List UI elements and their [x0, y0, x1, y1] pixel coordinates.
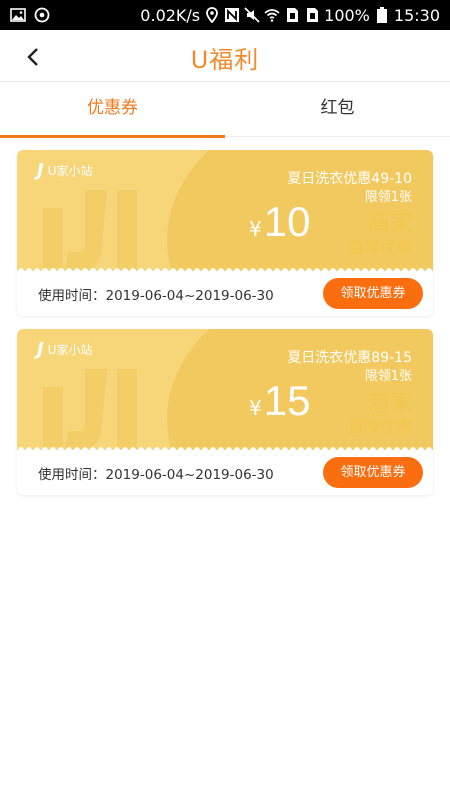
battery-level: 100% — [324, 5, 370, 25]
merchant-discount-label: 直降优惠 — [347, 417, 412, 436]
coupon-footer: 使用时间：2019-06-04~2019-06-30 领取优惠券 — [17, 271, 433, 316]
brand-name: U家小站 — [47, 164, 93, 178]
coupon-title: 夏日洗衣优惠89-15 — [287, 350, 412, 366]
sync-icon — [34, 7, 50, 23]
claim-coupon-button[interactable]: 领取优惠券 — [323, 457, 423, 488]
location-icon — [204, 7, 220, 23]
coupon-wave-edge — [17, 447, 433, 450]
coupon-face: J U家小站 夏日洗衣优惠49-10 限领1张 ¥ 10 商家 直降优惠 — [17, 150, 433, 271]
brand-name: U家小站 — [47, 343, 93, 357]
coupon-amount: ¥ 15 — [249, 377, 310, 425]
coupon-face: J U家小站 夏日洗衣优惠89-15 限领1张 ¥ 15 商家 直降优惠 — [17, 329, 433, 450]
nfc-icon — [224, 7, 240, 23]
wifi-icon — [264, 7, 280, 23]
app-header: U福利 — [0, 30, 450, 82]
coupon-limit: 限领1张 — [364, 190, 412, 205]
page-title: U福利 — [190, 46, 260, 74]
mute-icon — [244, 7, 260, 23]
network-speed: 0.02K/s — [140, 5, 201, 25]
currency-symbol: ¥ — [249, 217, 262, 241]
claim-coupon-button[interactable]: 领取优惠券 — [323, 278, 423, 309]
coupon-card: J U家小站 夏日洗衣优惠49-10 限领1张 ¥ 10 商家 直降优惠 使用时… — [17, 150, 433, 316]
merchant-label: 商家 — [367, 391, 412, 416]
brand-logo: J U家小站 — [37, 339, 93, 360]
brand-watermark-icon — [43, 190, 137, 270]
brand-watermark-icon — [43, 369, 137, 449]
tab-bar: 优惠券 红包 — [0, 82, 450, 138]
coupon-validity: 使用时间：2019-06-04~2019-06-30 — [38, 466, 274, 483]
amount-value: 15 — [263, 377, 311, 424]
coupon-card: J U家小站 夏日洗衣优惠89-15 限领1张 ¥ 15 商家 直降优惠 使用时… — [17, 329, 433, 495]
tab-coupons[interactable]: 优惠券 — [0, 82, 225, 138]
merchant-tag: 商家 直降优惠 — [348, 391, 412, 437]
clock: 15:30 — [393, 5, 440, 25]
coupon-list: J U家小站 夏日洗衣优惠49-10 限领1张 ¥ 10 商家 直降优惠 使用时… — [17, 150, 433, 508]
coupon-amount: ¥ 10 — [249, 198, 310, 246]
brand-logo: J U家小站 — [37, 160, 93, 181]
status-bar: 0.02K/s 100% 15:30 — [0, 0, 450, 30]
tab-red-envelopes[interactable]: 红包 — [225, 82, 450, 136]
coupon-title: 夏日洗衣优惠49-10 — [287, 171, 412, 187]
brand-logo-icon: J — [37, 339, 44, 360]
battery-icon — [374, 7, 390, 23]
sim2-icon — [304, 7, 320, 23]
merchant-label: 商家 — [367, 212, 412, 237]
sim1-icon — [284, 7, 300, 23]
amount-value: 10 — [263, 198, 311, 245]
merchant-discount-label: 直降优惠 — [347, 238, 412, 257]
currency-symbol: ¥ — [249, 396, 262, 420]
coupon-limit: 限领1张 — [364, 369, 412, 384]
brand-logo-icon: J — [37, 160, 44, 181]
image-icon — [10, 7, 26, 23]
merchant-tag: 商家 直降优惠 — [348, 212, 412, 258]
coupon-footer: 使用时间：2019-06-04~2019-06-30 领取优惠券 — [17, 450, 433, 495]
coupon-wave-edge — [17, 268, 433, 271]
coupon-validity: 使用时间：2019-06-04~2019-06-30 — [38, 287, 274, 304]
